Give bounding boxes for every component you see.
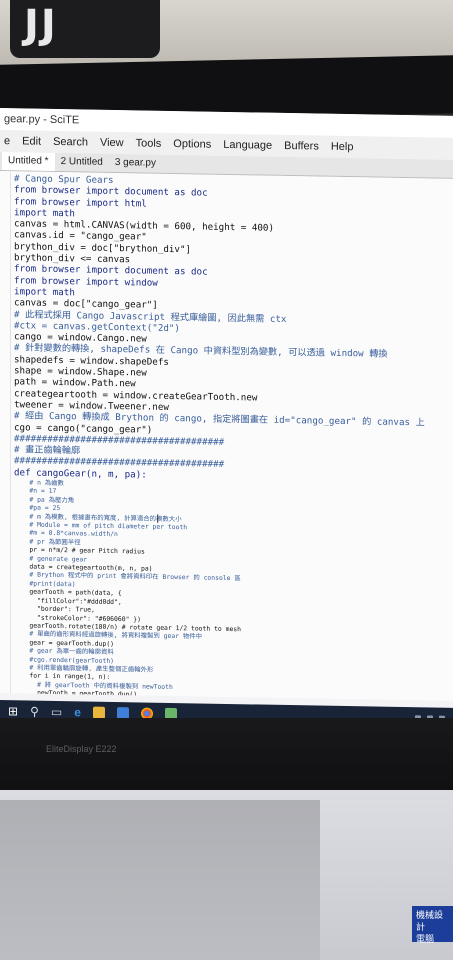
poster-logo: JJ	[24, 2, 58, 48]
desk-shadow	[0, 800, 320, 960]
menu-item[interactable]: Search	[53, 131, 88, 154]
menu-item[interactable]: Buffers	[284, 135, 319, 158]
menu-item[interactable]: Language	[223, 134, 272, 157]
menu-item[interactable]: Options	[173, 133, 211, 156]
editor-tab[interactable]: Untitled *	[2, 152, 55, 171]
code-editor[interactable]: # Cango Spur Gears from browser import do…	[0, 171, 453, 701]
windows-icon[interactable]: ⊞	[8, 704, 18, 718]
sticker-line: 電腦	[416, 934, 435, 944]
menu-item[interactable]: e	[4, 130, 10, 152]
explorer-icon[interactable]	[92, 706, 105, 719]
background-poster: JJ	[10, 0, 160, 58]
sticker-line: 機械設計	[416, 910, 444, 932]
editor-tab[interactable]: 3 gear.py	[109, 154, 162, 173]
menu-item[interactable]: Edit	[22, 130, 41, 152]
menu-item[interactable]: Help	[331, 136, 354, 158]
desk-sticker: 機械設計 電腦	[412, 906, 453, 944]
editor-tab[interactable]: 2 Untitled	[55, 153, 109, 172]
fold-margin	[2, 171, 11, 694]
text-cursor-icon: I	[156, 511, 160, 526]
search-icon[interactable]: ⚲	[30, 705, 39, 719]
monitor-screen: gear.py - SciTE e Edit Search View Tools Opti…	[0, 108, 453, 730]
menu-item[interactable]: View	[100, 132, 124, 154]
task-view-icon[interactable]: ▭	[51, 705, 62, 719]
menu-item[interactable]: Tools	[136, 132, 162, 154]
monitor-brand-label: EliteDisplay E222	[46, 744, 117, 754]
